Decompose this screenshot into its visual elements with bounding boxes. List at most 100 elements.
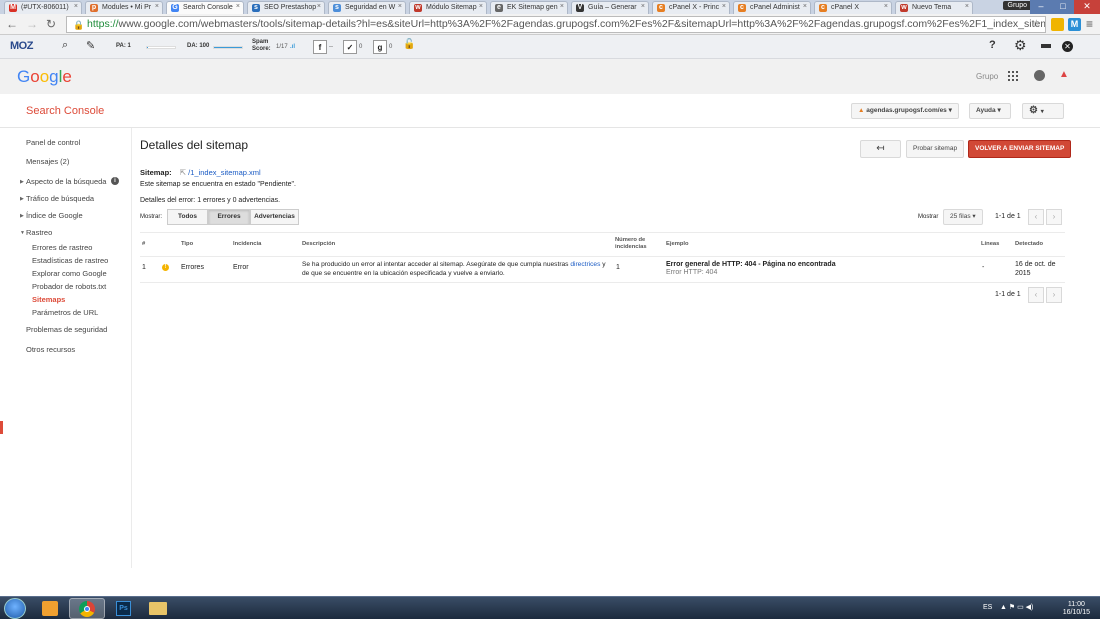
browser-tab[interactable]: G Search Console × xyxy=(166,1,244,14)
next-page-icon[interactable]: › xyxy=(1046,209,1062,225)
col-incident[interactable]: Incidencia xyxy=(233,241,261,248)
expand-triangle-icon[interactable]: ▶ xyxy=(20,196,24,202)
tab-close-icon[interactable]: × xyxy=(803,3,807,10)
reload-icon[interactable]: ↻ xyxy=(46,17,56,31)
taskbar-photoshop-icon[interactable]: Ps xyxy=(106,598,142,619)
tray-icons[interactable]: ▲ ⚑ ▭ ◀) xyxy=(1000,603,1033,611)
page-analysis-icon[interactable]: ⌕ xyxy=(62,39,68,52)
account-name[interactable]: Grupo xyxy=(976,72,998,81)
sidebar-item-dashboard[interactable]: Panel de control xyxy=(26,138,80,147)
sidebar-item-sitemaps[interactable]: Sitemaps xyxy=(32,295,65,304)
settings-button[interactable]: ⚙ ▾ xyxy=(1022,103,1064,119)
tab-close-icon[interactable]: × xyxy=(398,3,402,10)
col-detected[interactable]: Detectado xyxy=(1015,241,1043,248)
filter-warnings[interactable]: Advertencias xyxy=(250,209,299,225)
tab-close-icon[interactable]: × xyxy=(155,3,159,10)
tab-close-icon[interactable]: × xyxy=(74,3,78,10)
tab-close-icon[interactable]: × xyxy=(479,3,483,10)
twitter-icon[interactable]: ✓ xyxy=(343,40,357,54)
rows-select[interactable]: 25 filas ▾ xyxy=(943,209,983,225)
highlight-pen-icon[interactable]: ✎ xyxy=(86,39,95,52)
browser-tab[interactable]: w Módulo Sitemap × xyxy=(409,1,487,14)
start-button-icon[interactable] xyxy=(4,598,26,619)
close-moz-icon[interactable]: ✕ xyxy=(1062,41,1073,52)
resubmit-sitemap-button[interactable]: VOLVER A ENVIAR SITEMAP xyxy=(968,140,1072,158)
guidelines-link[interactable]: directrices xyxy=(570,261,600,268)
url-field[interactable]: 🔒 https://www.google.com/webmasters/tool… xyxy=(66,16,1046,33)
tab-close-icon[interactable]: × xyxy=(965,3,969,10)
browser-tab[interactable]: V Guía – Generar × xyxy=(571,1,649,14)
tab-close-icon[interactable]: × xyxy=(236,3,240,10)
sidebar-item-search-appearance[interactable]: Aspecto de la búsqueda xyxy=(26,177,106,186)
console-title[interactable]: Search Console xyxy=(26,105,104,117)
clock[interactable]: 11:00 16/10/15 xyxy=(1063,601,1090,617)
extension-icon[interactable] xyxy=(1051,18,1064,31)
filter-errors[interactable]: Errores xyxy=(208,209,250,225)
sidebar-item-crawl[interactable]: Rastreo xyxy=(26,228,52,237)
sidebar-item-url-parameters[interactable]: Parámetros de URL xyxy=(32,308,98,317)
browser-tab[interactable]: w Nuevo Tema × xyxy=(895,1,973,14)
google-plus-icon[interactable]: g xyxy=(373,40,387,54)
sidebar-item-search-traffic[interactable]: Tráfico de búsqueda xyxy=(26,194,94,203)
account-avatar-icon[interactable]: ▲ xyxy=(1057,69,1071,83)
facebook-icon[interactable]: f xyxy=(313,40,327,54)
menu-icon[interactable]: ≡ xyxy=(1086,18,1099,31)
tab-close-icon[interactable]: × xyxy=(884,3,888,10)
tab-close-icon[interactable]: × xyxy=(317,3,321,10)
test-sitemap-button[interactable]: Probar sitemap xyxy=(906,140,965,158)
browser-tab[interactable]: s Seguridad en W × xyxy=(328,1,406,14)
sidebar-item-other-resources[interactable]: Otros recursos xyxy=(26,345,75,354)
moz-extension-icon[interactable]: M xyxy=(1068,18,1081,31)
sidebar-item-crawl-errors[interactable]: Errores de rastreo xyxy=(32,243,92,252)
browser-tab[interactable]: c cPanel X × xyxy=(814,1,892,14)
forward-icon[interactable]: → xyxy=(26,17,38,31)
col-type[interactable]: Tipo xyxy=(181,241,193,248)
sidebar-item-messages[interactable]: Mensajes (2) xyxy=(26,157,69,166)
prev-page-icon[interactable]: ‹ xyxy=(1028,209,1044,225)
info-icon[interactable]: i xyxy=(111,177,119,185)
site-selector[interactable]: ▲ agendas.grupogsf.com/es ▾ xyxy=(851,103,959,119)
browser-tab[interactable]: e EK Sitemap gen × xyxy=(490,1,568,14)
browser-tab[interactable]: p Modules • Mi Pr × xyxy=(85,1,163,14)
minimize-bar-icon[interactable] xyxy=(1041,44,1051,48)
sidebar-item-fetch-as-google[interactable]: Explorar como Google xyxy=(32,269,107,278)
collapse-triangle-icon[interactable]: ▼ xyxy=(20,230,25,236)
bookmark-star-icon[interactable]: ☆ xyxy=(1032,17,1041,32)
sidebar-item-crawl-stats[interactable]: Estadísticas de rastreo xyxy=(32,256,108,265)
notifications-icon[interactable] xyxy=(1034,70,1045,81)
browser-tab[interactable]: c cPanel X - Princ × xyxy=(652,1,730,14)
sidebar-item-security-issues[interactable]: Problemas de seguridad xyxy=(26,325,107,334)
filter-all[interactable]: Todos xyxy=(167,209,208,225)
tab-close-icon[interactable]: × xyxy=(641,3,645,10)
next-page-icon[interactable]: › xyxy=(1046,287,1062,303)
browser-tab[interactable]: M (#UTX-806011) × xyxy=(4,1,82,14)
expand-triangle-icon[interactable]: ▶ xyxy=(20,213,24,219)
taskbar-chrome-icon[interactable] xyxy=(69,598,105,619)
taskbar-explorer-icon[interactable] xyxy=(140,598,176,619)
language-indicator[interactable]: ES xyxy=(983,604,992,611)
browser-tab[interactable]: c cPanel Administ × xyxy=(733,1,811,14)
back-icon[interactable]: ← xyxy=(6,17,18,31)
help-icon[interactable]: ? xyxy=(989,39,996,51)
sitemap-link[interactable]: /1_index_sitemap.xml xyxy=(188,168,261,177)
google-logo[interactable]: Google xyxy=(17,67,72,87)
taskbar-app-icon[interactable] xyxy=(33,598,69,619)
prev-page-icon[interactable]: ‹ xyxy=(1028,287,1044,303)
tab-close-icon[interactable]: × xyxy=(560,3,564,10)
lock-icon[interactable]: 🔓 xyxy=(403,39,415,50)
expand-triangle-icon[interactable]: ▶ xyxy=(20,179,24,185)
apps-grid-icon[interactable] xyxy=(1008,71,1018,81)
sidebar-item-robots-tester[interactable]: Probador de robots.txt xyxy=(32,282,106,291)
tab-favicon-icon: c xyxy=(738,4,746,12)
minimize-icon[interactable]: – xyxy=(1030,0,1052,14)
browser-tab[interactable]: s SEO Prestashop × xyxy=(247,1,325,14)
back-button[interactable]: ↤ xyxy=(860,140,901,158)
col-count[interactable]: Número de incidencias xyxy=(615,237,647,251)
sidebar-item-google-index[interactable]: Índice de Google xyxy=(26,211,83,220)
settings-gear-icon[interactable]: ⚙ xyxy=(1014,37,1027,54)
tab-close-icon[interactable]: × xyxy=(722,3,726,10)
maximize-icon[interactable]: □ xyxy=(1052,0,1074,14)
help-button[interactable]: Ayuda ▾ xyxy=(969,103,1011,119)
profile-tag[interactable]: Grupo xyxy=(1002,1,1032,10)
close-icon[interactable]: ✕ xyxy=(1074,0,1100,14)
